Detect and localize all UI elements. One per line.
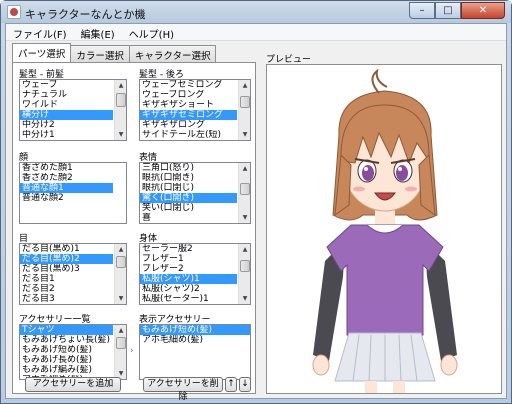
list-item[interactable]: 私服(セーター)1 [140,294,237,304]
window-controls: – □ ✕ [409,2,505,19]
list-item[interactable]: ブレザー1 [140,254,237,264]
tab-characters[interactable]: キャラクター選択 [128,45,217,62]
list-item[interactable]: ウェーブセミロング [140,80,237,90]
client-area: ファイル(F) 編集(E) ヘルプ(H) パーツ選択 カラー選択 キャラクター選… [5,23,507,402]
list-item[interactable]: 喜 [140,213,237,223]
list-item[interactable]: 私服(シャツ)1 [140,274,237,284]
list-item[interactable]: 香ざめた顔2 [20,173,113,183]
menu-bar: ファイル(F) 編集(E) ヘルプ(H) [6,24,506,41]
transfer-arrow-icon: › [130,346,134,356]
tab-colors[interactable]: カラー選択 [70,45,130,62]
character-preview [312,68,458,393]
list-item[interactable]: ナチュラル [20,90,113,100]
list-item[interactable]: Tシャツ [20,325,113,335]
accessory-list[interactable]: Tシャツ もみあげちょい長(髪) もみあげ短め(髪) もみあげ長め(髪) もみあげ編み(… [19,324,127,380]
back-hair-list[interactable]: ウェーブセミロング ウェーブロング ギザギザショート ギザギザセミロング ギザギザロング… [139,79,251,141]
list-item[interactable]: 三角口(怒り) [140,163,237,173]
list-item[interactable]: アホ毛細め(髪) [140,335,250,345]
list-item[interactable]: セーラー服2 [140,244,237,254]
list-item[interactable]: ギザギザショート [140,100,237,110]
list-item[interactable]: だる目(黒め)3 [20,264,113,274]
body-scrollbar[interactable]: ▲ ▼ [238,244,250,304]
list-item[interactable]: ワイルド [20,100,113,110]
list-item[interactable]: ウェーブ [20,80,113,90]
shown-accessories-list[interactable]: もみあげ短め(髪) アホ毛細め(髪) [139,324,251,380]
app-icon[interactable] [7,5,21,19]
preview-area [266,64,502,394]
list-item[interactable]: だる目(黒め)1 [20,244,113,254]
app-window: キャラクターなんとか機 – □ ✕ ファイル(F) 編集(E) ヘルプ(H) パ… [0,0,512,404]
move-up-button[interactable]: ↑ [225,377,237,392]
list-item[interactable]: もみあげちょい長(髪) [20,335,113,345]
list-item[interactable]: だる目(黒め)2 [20,254,113,264]
list-item[interactable]: ギザギザロング [140,120,237,130]
list-item[interactable]: もみあげ長め(髪) [20,355,113,365]
list-item[interactable]: 眼抗(口開き) [140,173,237,183]
remove-accessory-button[interactable]: アクセサリーを削除 [143,377,223,402]
list-item[interactable]: 中分け1 [20,130,113,140]
face-list[interactable]: 香ざめた顔1 香ざめた顔2 普通な顔1 普通な顔2 [19,162,127,224]
menu-help[interactable]: ヘルプ(H) [122,24,181,41]
accessory-list-scrollbar[interactable]: ▲ ▼ [114,325,126,379]
expression-list[interactable]: 三角口(怒り) 眼抗(口開き) 眼抗(口閉じ) 驚く(口開き) 笑い(口閉じ) 喜 ▲ ▼ [139,162,251,224]
list-item[interactable]: 笑い(口閉じ) [140,203,237,213]
window-title: キャラクターなんとか機 [25,8,146,21]
parts-panel: 髪型 - 前髪 ウェーブ ナチュラル ワイルド 横分け 中分け2 中分け1 ▲ ▼ 髪型 -… [12,62,256,402]
list-item[interactable]: 眼抗(口閉じ) [140,183,237,193]
list-item[interactable]: 中分け2 [20,120,113,130]
list-item[interactable]: もみあげ編み(髪) [20,365,113,375]
list-item[interactable]: 普通な顔2 [20,193,113,203]
list-item[interactable]: ブレザー2 [140,264,237,274]
menu-file[interactable]: ファイル(F) [6,24,74,41]
list-item[interactable]: ウェーブロング [140,90,237,100]
tab-strip: パーツ選択 カラー選択 キャラクター選択 [12,43,217,62]
minimize-button[interactable]: – [409,2,435,19]
menu-edit[interactable]: 編集(E) [74,24,122,41]
list-item[interactable]: だる目3 [20,294,113,304]
maximize-button[interactable]: □ [435,2,461,19]
move-down-button[interactable]: ↓ [239,377,251,392]
add-accessory-button[interactable]: アクセサリーを追加 [25,377,121,392]
list-item[interactable]: 普通な顔1 [20,183,113,193]
front-hair-list[interactable]: ウェーブ ナチュラル ワイルド 横分け 中分け2 中分け1 ▲ ▼ [19,79,127,141]
list-item[interactable]: 香ざめた顔1 [20,163,113,173]
list-item[interactable]: もみあげ短め(髪) [140,325,250,335]
list-item[interactable]: サイドテール左(短) [140,130,237,140]
tab-parts[interactable]: パーツ選択 [12,43,72,62]
title-bar[interactable]: キャラクターなんとか機 – □ ✕ [1,1,511,23]
front-hair-scrollbar[interactable]: ▲ ▼ [114,80,126,140]
list-item[interactable]: 横分け [20,110,113,120]
list-item[interactable]: だる目1 [20,274,113,284]
close-button[interactable]: ✕ [461,2,505,19]
eyes-list[interactable]: だる目(黒め)1 だる目(黒め)2 だる目(黒め)3 だる目1 だる目2 だる目3 ▲ ▼ [19,243,127,305]
list-item[interactable]: ギザギザセミロング [140,110,237,120]
list-item[interactable]: もみあげ短め(髪) [20,345,113,355]
eyes-scrollbar[interactable]: ▲ ▼ [114,244,126,304]
list-item[interactable]: 驚く(口開き) [140,193,237,203]
list-item[interactable]: だる目2 [20,284,113,294]
list-item[interactable]: 私服(シャツ)2 [140,284,237,294]
back-hair-scrollbar[interactable]: ▲ ▼ [238,80,250,140]
expression-scrollbar[interactable]: ▲ ▼ [238,163,250,223]
body-list[interactable]: セーラー服2 ブレザー1 ブレザー2 私服(シャツ)1 私服(シャツ)2 私服(セーター)… [139,243,251,305]
